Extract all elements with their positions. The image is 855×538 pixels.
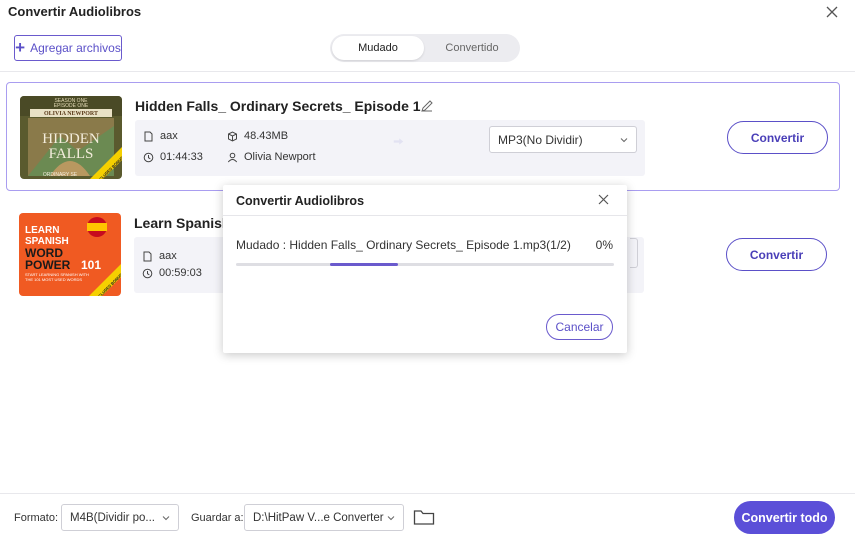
format-value: aax <box>160 130 178 142</box>
book-title: Learn Spanish <box>134 215 231 231</box>
file-icon <box>143 251 152 261</box>
tab-switcher: Mudado Convertido <box>330 34 520 62</box>
tab-convertido[interactable]: Convertido <box>426 36 518 60</box>
cover-small-2: THE 101 MOST USED WORDS <box>25 277 82 282</box>
user-icon <box>227 152 238 162</box>
cover-word-hidden: HIDDEN <box>42 131 100 147</box>
convert-button[interactable]: Convertir <box>726 238 827 271</box>
progress-indicator <box>330 263 398 266</box>
progress-bar <box>236 263 614 266</box>
plus-icon: + <box>15 38 26 57</box>
cover-subtitle: ORDINARY SE <box>43 172 78 178</box>
cover-word-falls: FALLS <box>49 146 94 162</box>
duration-value: 00:59:03 <box>159 267 202 279</box>
footer-divider <box>0 493 855 494</box>
book-cover-learn-spanish: LEARN SPANISH WORD POWER 101 START LEARN… <box>19 213 121 296</box>
dialog-title: Convertir Audiolibros <box>236 194 365 208</box>
conversion-dialog: Convertir Audiolibros Mudado : Hidden Fa… <box>223 185 627 353</box>
save-to-label: Guardar a: <box>191 512 244 524</box>
converting-file-name: Mudado : Hidden Falls_ Ordinary Secrets_… <box>236 238 571 252</box>
duration: 00:59:03 <box>142 267 202 279</box>
window-title: Convertir Audiolibros <box>8 4 142 19</box>
file-icon <box>144 131 153 141</box>
book-cover-hidden-falls: SEASON ONE EPISODE ONE OLIVIA NEWPORT HI… <box>20 96 122 179</box>
clock-icon <box>142 268 153 278</box>
tab-mudado[interactable]: Mudado <box>332 36 424 60</box>
close-icon[interactable] <box>597 193 610 206</box>
close-icon[interactable] <box>824 4 840 20</box>
author-value: Olivia Newport <box>244 151 316 163</box>
duration: 01:44:33 <box>143 151 203 163</box>
save-path-value: D:\HitPaw V...e Converter <box>253 511 384 524</box>
cover-power: POWER <box>25 258 71 272</box>
progress-percent: 0% <box>595 238 613 252</box>
cancel-button[interactable]: Cancelar <box>546 314 613 340</box>
header-divider <box>0 71 855 72</box>
cover-number: 101 <box>81 258 101 272</box>
chevron-down-icon <box>162 516 170 521</box>
convert-button[interactable]: Convertir <box>727 121 828 154</box>
add-files-label: Agregar archivos <box>30 41 121 55</box>
book-card-hidden-falls[interactable]: SEASON ONE EPISODE ONE OLIVIA NEWPORT HI… <box>6 82 840 191</box>
duration-value: 01:44:33 <box>160 151 203 163</box>
file-format: aax <box>143 130 178 142</box>
file-size: 48.43MB <box>227 130 288 142</box>
book-title: Hidden Falls_ Ordinary Secrets_ Episode … <box>135 98 421 114</box>
file-format: aax <box>142 250 177 262</box>
global-format-select[interactable]: M4B(Dividir po... <box>61 504 179 531</box>
chevron-down-icon <box>387 516 395 521</box>
size-value: 48.43MB <box>244 130 289 142</box>
output-format-select[interactable]: MP3(No Dividir) <box>489 126 637 153</box>
add-files-button[interactable]: + Agregar archivos <box>14 35 122 61</box>
chevron-down-icon <box>620 138 628 143</box>
clock-icon <box>143 152 154 162</box>
arrow-right-icon <box>393 138 404 145</box>
pencil-icon[interactable] <box>420 99 434 113</box>
cover-learn: LEARN <box>25 225 59 236</box>
book-info-panel: aax 01:44:33 48.43MB Olivia Newport MP3(… <box>135 120 645 176</box>
format-value: aax <box>159 250 177 262</box>
author: Olivia Newport <box>227 151 316 163</box>
format-label: Formato: <box>14 512 59 524</box>
box-icon <box>228 130 237 142</box>
convert-all-button[interactable]: Convertir todo <box>734 501 835 534</box>
folder-icon[interactable] <box>413 508 435 526</box>
cover-author: OLIVIA NEWPORT <box>44 111 98 117</box>
save-path-select[interactable]: D:\HitPaw V...e Converter <box>244 504 404 531</box>
output-format-value: MP3(No Dividir) <box>498 132 583 147</box>
global-format-value: M4B(Dividir po... <box>70 511 155 524</box>
cover-episode: EPISODE ONE <box>54 103 89 109</box>
dialog-divider <box>223 215 627 216</box>
output-format-select-edge[interactable] <box>630 238 638 268</box>
